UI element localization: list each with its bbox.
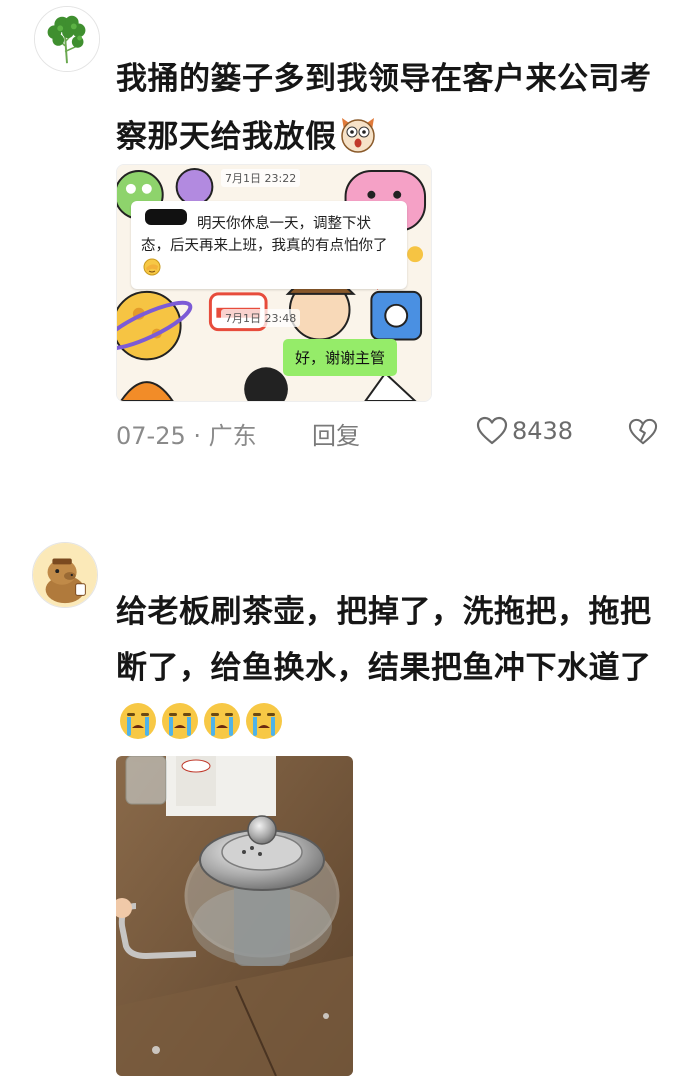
message-timestamp: 7月1日 23:48 — [221, 309, 301, 327]
teapot-photo[interactable] — [116, 756, 353, 1076]
comment-text: 我捅的篓子多到我领导在客户来公司考察那天给我放假 — [116, 61, 652, 155]
date-location: 07-25 · 广东 — [116, 422, 257, 450]
like-count: 8438 — [512, 417, 574, 445]
capybara-icon — [33, 543, 97, 607]
heart-icon — [476, 416, 508, 445]
cilantro-icon — [35, 7, 99, 71]
incoming-message-bubble: 明天你休息一天，调整下状态，后天再来上班，我真的有点怕你了 — [131, 201, 407, 289]
crying-face-emoji — [160, 701, 200, 741]
user-avatar[interactable] — [34, 6, 100, 72]
crying-face-emoji — [244, 701, 284, 741]
crying-face-emoji — [202, 701, 242, 741]
reply-button[interactable]: 回复 — [312, 416, 360, 451]
message-timestamp: 7月1日 23:22 — [221, 169, 301, 187]
dislike-button[interactable] — [628, 418, 658, 452]
facepalm-emoji — [143, 258, 161, 276]
broken-heart-icon — [628, 418, 658, 445]
outgoing-message-bubble: 好，谢谢主管 — [283, 339, 398, 376]
crying-face-emoji — [118, 701, 158, 741]
shocked-dog-emoji — [339, 116, 377, 154]
like-button[interactable]: 8438 — [476, 416, 573, 446]
broken-glass-teapot-photo — [116, 756, 353, 1076]
comment-text: 给老板刷茶壶，把掉了，洗拖把，拖把断了，给鱼换水，结果把鱼冲下水道了 — [116, 584, 676, 752]
redacted-name — [145, 209, 187, 225]
user-avatar[interactable] — [32, 542, 98, 608]
comment-meta-row: 07-25 · 广东 回复 8438 — [116, 416, 658, 452]
crying-emoji-row — [116, 703, 284, 742]
chat-screenshot-image[interactable]: 7月1日 23:22 明天你休息一天，调整下状态，后天再来上班，我真的有点怕你了… — [116, 164, 432, 402]
